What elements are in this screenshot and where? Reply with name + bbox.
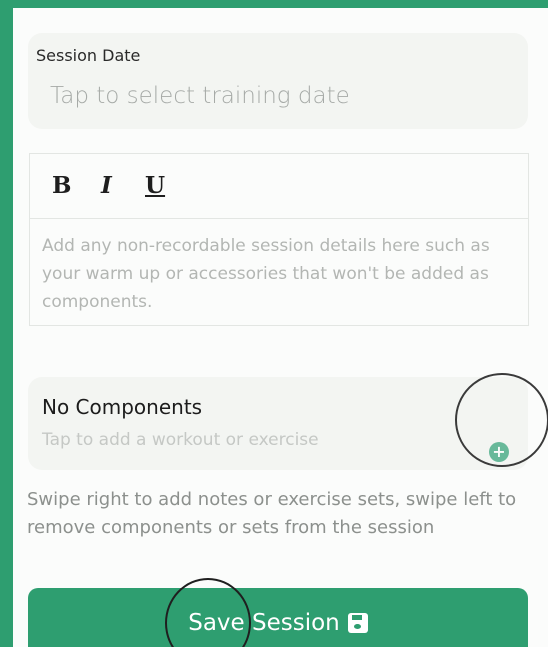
plus-circle-icon[interactable]: + [489,442,509,462]
editor-toolbar: B I U [30,154,528,219]
floppy-disk-icon [347,613,368,633]
swipe-help-text: Swipe right to add notes or exercise set… [27,489,517,538]
session-form: Session Date Tap to select training date… [13,8,548,647]
bold-button[interactable]: B [52,172,71,199]
notes-textarea[interactable]: Add any non-recordable session details h… [42,232,512,316]
italic-button[interactable]: I [101,172,112,199]
components-card[interactable] [28,377,528,470]
session-date-input[interactable]: Tap to select training date [50,83,350,109]
save-session-button[interactable]: Save Session [28,588,528,647]
notes-editor: B I U Add any non-recordable session det… [29,153,529,326]
save-session-label: Save Session [188,610,340,636]
underline-button[interactable]: U [145,172,165,199]
components-subtitle: Tap to add a workout or exercise [42,430,319,450]
session-date-label: Session Date [36,46,141,65]
components-title: No Components [42,395,203,419]
